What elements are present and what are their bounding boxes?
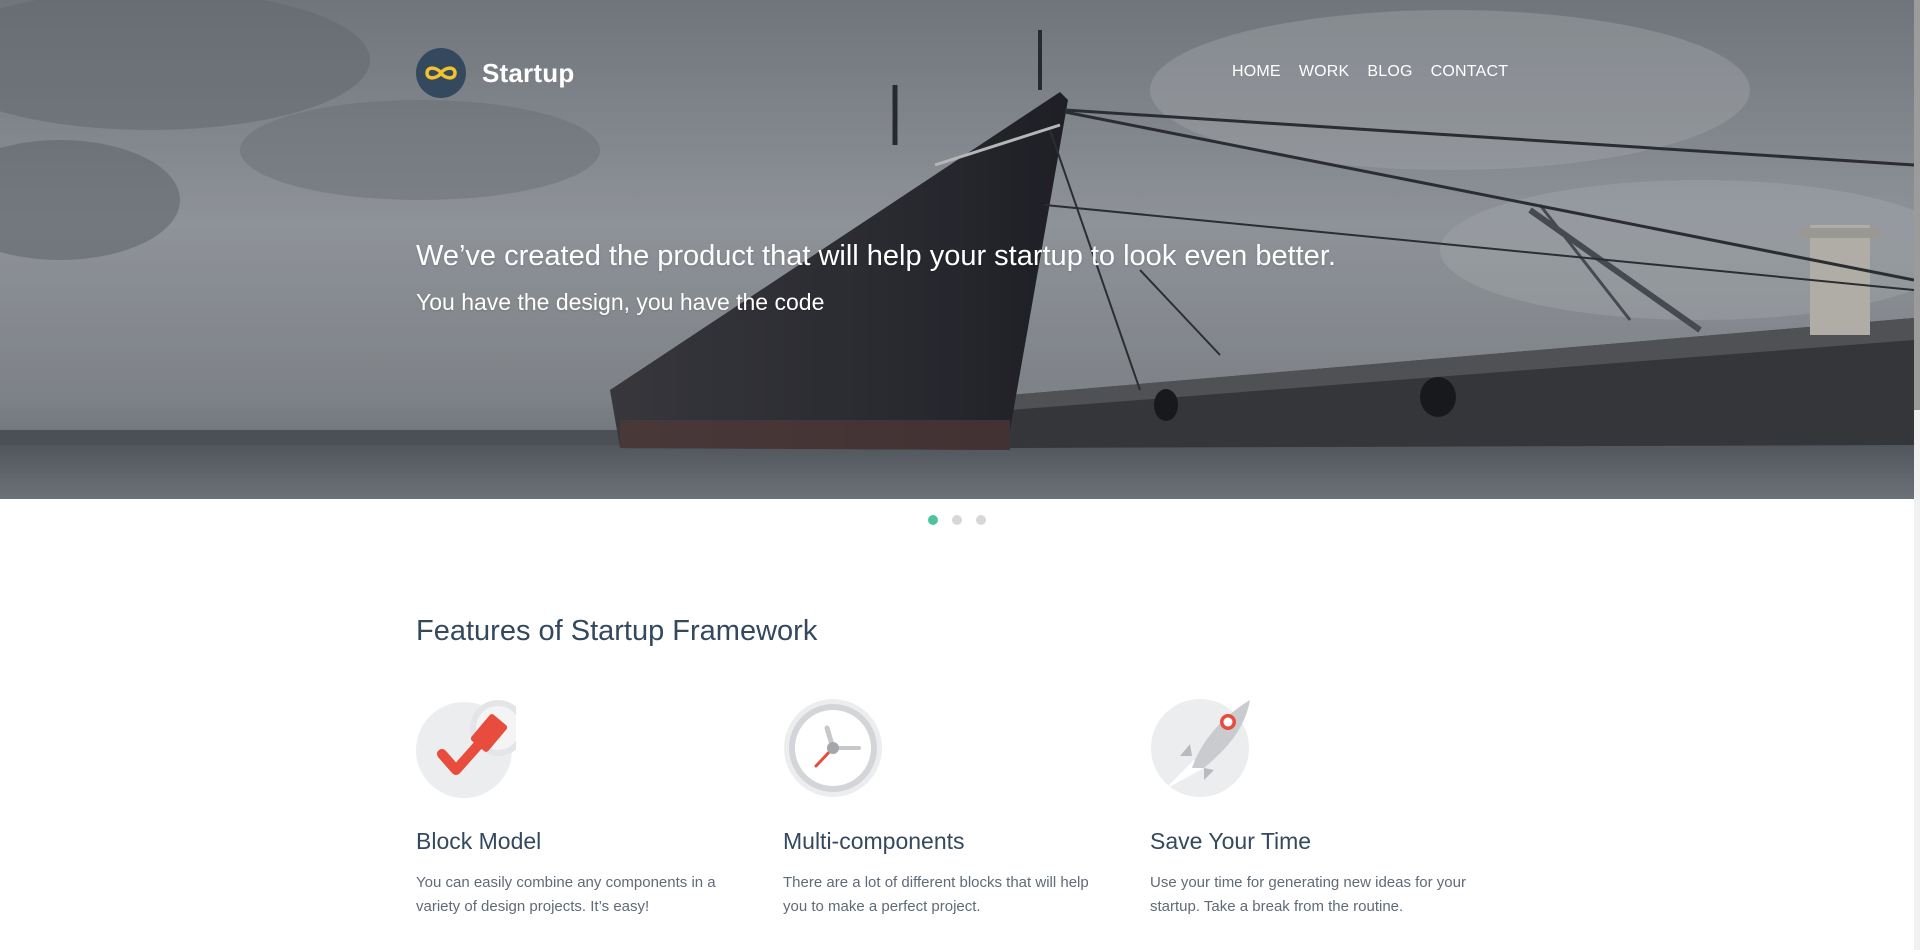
feature-title: Multi-components (783, 828, 965, 854)
brand-name: Startup (482, 57, 575, 88)
feature-description: You can easily combine any components in… (416, 874, 716, 915)
nav-link-blog[interactable]: BLOG (1367, 63, 1412, 81)
feature-save-your-time: Save Your Time Use your time for generat… (1150, 698, 1480, 919)
clock-icon (784, 699, 882, 797)
hero-title: We’ve created the product that will help… (416, 240, 1336, 272)
hero-subtitle: You have the design, you have the code (416, 289, 825, 315)
feature-description: There are a lot of different blocks that… (783, 874, 1089, 915)
feature-title: Save Your Time (1150, 828, 1312, 854)
nav-link-work[interactable]: WORK (1299, 63, 1350, 81)
brand-logo[interactable]: Startup (416, 48, 574, 98)
infinity-logo-icon (416, 48, 466, 98)
main-nav: HOME WORK BLOG CONTACT (1232, 63, 1508, 81)
nav-link-contact[interactable]: CONTACT (1431, 63, 1509, 81)
slider-dot-2[interactable] (952, 515, 962, 525)
feature-block-model: Block Model You can easily combine any c… (416, 698, 746, 919)
feature-multi-components: Multi-components There are a lot of diff… (783, 698, 1113, 919)
feature-description: Use your time for generating new ideas f… (1150, 874, 1466, 915)
nav-link-home[interactable]: HOME (1232, 63, 1281, 81)
page: Startup HOME WORK BLOG CONTACT We’ve cre… (0, 0, 1920, 950)
page-scrollbar[interactable] (1914, 0, 1920, 950)
feature-title: Block Model (416, 828, 542, 854)
hero-section: Startup HOME WORK BLOG CONTACT We’ve cre… (0, 0, 1914, 499)
rocket-icon (1151, 699, 1250, 797)
slider-pagination (928, 515, 986, 525)
slider-dot-1[interactable] (928, 515, 938, 525)
scrollbar-thumb[interactable] (1914, 0, 1920, 410)
slider-dot-3[interactable] (976, 515, 986, 525)
features-title: Features of Startup Framework (416, 615, 818, 647)
checkmark-marker-icon (416, 700, 516, 798)
